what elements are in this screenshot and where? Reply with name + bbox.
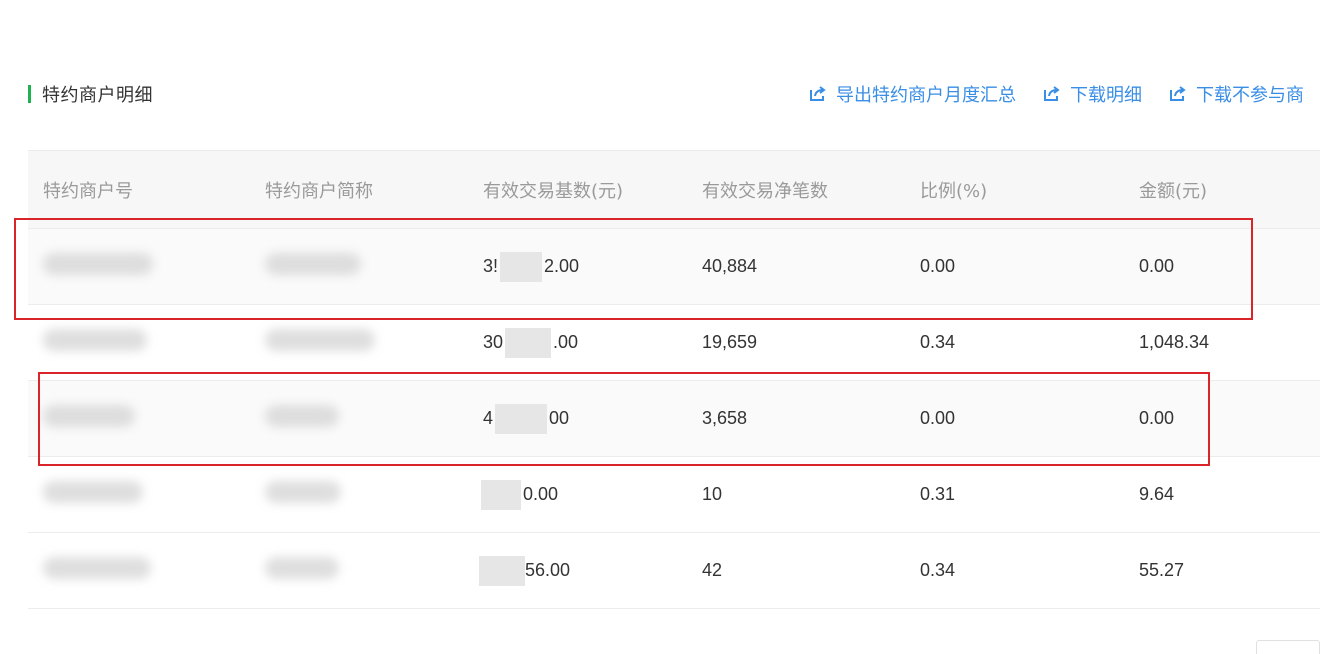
merchant-name-redacted xyxy=(265,329,375,356)
merchant-name-redacted xyxy=(265,481,341,508)
download-excluded-label: 下载不参与商 xyxy=(1196,85,1304,106)
merchant-table: 特约商户号 特约商户简称 有效交易基数(元) 有效交易净笔数 比例(%) 金额(… xyxy=(28,150,1320,609)
export-monthly-summary-link[interactable]: 导出特约商户月度汇总 xyxy=(808,81,1016,107)
header-net-count: 有效交易净笔数 xyxy=(702,180,828,202)
net-count-cell: 10 xyxy=(702,484,723,504)
merchant-name-redacted xyxy=(265,253,361,280)
net-count-cell: 19,659 xyxy=(702,332,758,352)
header-base-amount: 有效交易基数(元) xyxy=(483,180,624,202)
ratio-cell: 0.00 xyxy=(920,256,956,276)
redaction-mask xyxy=(495,403,548,434)
header-ratio: 比例(%) xyxy=(920,180,988,202)
download-excluded-link[interactable]: 下载不参与商 xyxy=(1168,81,1304,107)
merchant-id-redacted xyxy=(43,405,135,432)
export-monthly-summary-label: 导出特约商户月度汇总 xyxy=(836,85,1016,106)
table-row: 3! 2.00 40,884 0.00 0.00 xyxy=(28,229,1320,305)
header-merchant-id: 特约商户号 xyxy=(43,180,133,202)
base-amount-cell: 0.00 xyxy=(481,479,559,510)
amount-cell: 55.27 xyxy=(1139,560,1185,580)
base-amount-cell: 30.00 xyxy=(483,327,579,358)
merchant-name-redacted xyxy=(265,557,339,584)
pagination-button[interactable] xyxy=(1256,640,1320,654)
redaction-mask xyxy=(505,327,552,358)
net-count-cell: 42 xyxy=(702,560,723,580)
base-amount-prefix: 3! xyxy=(483,255,499,276)
base-amount-cell: 4 00 xyxy=(483,403,570,434)
ratio-cell: 0.34 xyxy=(920,560,956,580)
export-icon xyxy=(808,84,828,104)
ratio-cell: 0.31 xyxy=(920,484,956,504)
header-merchant-name: 特约商户简称 xyxy=(265,180,373,202)
section-accent-bar xyxy=(28,85,31,103)
merchant-id-redacted xyxy=(43,481,143,508)
redaction-mask xyxy=(479,555,525,586)
base-amount-suffix: .00 xyxy=(553,331,579,352)
table-row: 56.00 42 0.34 55.27 xyxy=(28,533,1320,609)
ratio-cell: 0.00 xyxy=(920,408,956,428)
base-amount-suffix: 00 xyxy=(549,407,570,428)
base-amount-prefix: 30 xyxy=(483,331,504,352)
base-amount-cell: 3! 2.00 xyxy=(483,251,580,282)
merchant-name-redacted xyxy=(265,405,339,432)
download-detail-link[interactable]: 下载明细 xyxy=(1042,81,1142,107)
export-icon xyxy=(1042,84,1062,104)
base-amount-suffix: 56.00 xyxy=(525,559,571,580)
base-amount-cell: 56.00 xyxy=(479,555,571,586)
download-detail-label: 下载明细 xyxy=(1070,85,1142,106)
redaction-mask xyxy=(500,251,543,282)
table-header: 特约商户号 特约商户简称 有效交易基数(元) 有效交易净笔数 比例(%) 金额(… xyxy=(28,151,1320,229)
merchant-id-redacted xyxy=(43,329,147,356)
table-row: 4 00 3,658 0.00 0.00 xyxy=(28,381,1320,457)
amount-cell: 0.00 xyxy=(1139,408,1175,428)
export-icon xyxy=(1168,84,1188,104)
header-amount: 金额(元) xyxy=(1139,180,1208,202)
amount-cell: 0.00 xyxy=(1139,256,1175,276)
merchant-detail-page: 特约商户明细 导出特约商户月度汇总 下载明细 下载不参与商 特约商户号 特约商户… xyxy=(0,0,1320,654)
net-count-cell: 3,658 xyxy=(702,408,748,428)
table-row: 0.00 10 0.31 9.64 xyxy=(28,457,1320,533)
amount-cell: 1,048.34 xyxy=(1139,332,1210,352)
action-links: 导出特约商户月度汇总 下载明细 下载不参与商 xyxy=(808,80,1320,108)
redaction-mask xyxy=(481,479,521,510)
ratio-cell: 0.34 xyxy=(920,332,956,352)
base-amount-prefix: 4 xyxy=(483,407,494,428)
merchant-id-redacted xyxy=(43,557,151,584)
base-amount-suffix: 0.00 xyxy=(523,483,559,504)
amount-cell: 9.64 xyxy=(1139,484,1175,504)
merchant-id-redacted xyxy=(43,253,153,280)
net-count-cell: 40,884 xyxy=(702,256,758,276)
base-amount-suffix: 2.00 xyxy=(544,255,580,276)
section-title: 特约商户明细 xyxy=(42,85,153,106)
table-row: 30.00 19,659 0.34 1,048.34 xyxy=(28,305,1320,381)
